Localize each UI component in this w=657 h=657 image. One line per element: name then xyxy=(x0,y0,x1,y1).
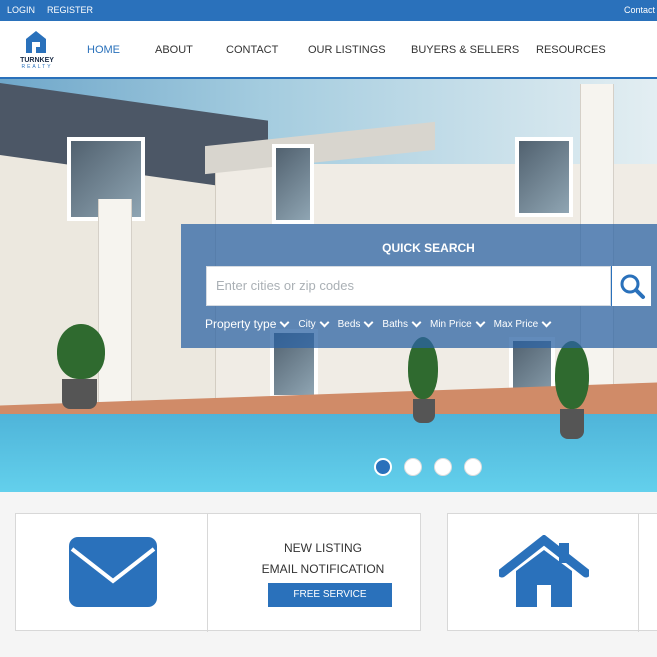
baths-label: Baths xyxy=(382,318,408,330)
quick-search-panel: QUICK SEARCH Enter cities or zip codes P… xyxy=(181,224,657,348)
card-divider xyxy=(207,514,208,632)
contact-link[interactable]: Contact xyxy=(624,5,655,15)
max-price-label: Max Price xyxy=(493,318,539,330)
login-link[interactable]: LOGIN xyxy=(7,5,35,15)
chevron-down-icon xyxy=(475,317,486,327)
nav-resources[interactable]: RESOURCES xyxy=(536,44,606,56)
chevron-down-icon xyxy=(541,317,552,327)
plant-pot xyxy=(560,409,584,439)
register-link[interactable]: REGISTER xyxy=(47,5,93,15)
card-divider xyxy=(638,514,639,632)
brand-tagline: REALTY xyxy=(21,64,53,70)
nav-contact[interactable]: CONTACT xyxy=(226,44,278,56)
plant-pot xyxy=(62,379,97,409)
slide-dot-4[interactable] xyxy=(464,458,482,476)
slide-dot-2[interactable] xyxy=(404,458,422,476)
slide-dot-3[interactable] xyxy=(434,458,452,476)
city-label: City xyxy=(298,318,316,330)
slide-dot-1[interactable] xyxy=(374,458,392,476)
nav-listings[interactable]: OUR LISTINGS xyxy=(308,44,386,56)
nav-home[interactable]: HOME xyxy=(87,44,120,56)
house-logo-icon xyxy=(26,31,46,53)
listing-card xyxy=(447,513,657,632)
auth-links: LOGIN REGISTER xyxy=(7,5,93,15)
main-navigation: TURNKEY REALTY HOME ABOUT CONTACT OUR LI… xyxy=(0,21,657,79)
brand-name: TURNKEY xyxy=(20,57,54,64)
upper-window-right xyxy=(515,137,573,217)
potted-plant xyxy=(57,324,105,379)
city-dropdown[interactable]: City xyxy=(298,317,330,330)
nav-buyers-sellers[interactable]: BUYERS & SELLERS xyxy=(411,44,519,56)
search-button[interactable] xyxy=(611,266,651,306)
quick-search-title: QUICK SEARCH xyxy=(382,241,475,255)
top-utility-bar: LOGIN REGISTER Contact xyxy=(0,0,657,21)
min-price-dropdown[interactable]: Min Price xyxy=(429,317,486,330)
baths-dropdown[interactable]: Baths xyxy=(382,317,422,330)
brand-logo[interactable]: TURNKEY REALTY xyxy=(16,29,58,73)
upper-window-middle xyxy=(272,144,314,224)
free-service-button[interactable]: FREE SERVICE xyxy=(268,583,392,607)
notification-text: NEW LISTING EMAIL NOTIFICATION FREE SERV… xyxy=(223,538,423,607)
chevron-down-icon xyxy=(319,317,330,327)
max-price-dropdown[interactable]: Max Price xyxy=(493,317,552,330)
home-icon xyxy=(499,535,589,607)
nav-about[interactable]: ABOUT xyxy=(155,44,193,56)
notification-line-two: EMAIL NOTIFICATION xyxy=(261,562,385,576)
chevron-down-icon xyxy=(363,317,374,327)
property-type-label: Property type xyxy=(205,317,277,331)
beds-dropdown[interactable]: Beds xyxy=(337,317,374,330)
min-price-label: Min Price xyxy=(429,318,472,330)
beds-label: Beds xyxy=(337,318,361,330)
chevron-down-icon xyxy=(411,317,422,327)
plant-pot xyxy=(413,399,435,423)
search-icon xyxy=(620,274,645,299)
swimming-pool xyxy=(0,414,657,492)
search-filters: Property type City Beds Baths Min Price … xyxy=(205,317,560,331)
notification-line-one: NEW LISTING xyxy=(283,541,362,555)
potted-plant xyxy=(555,341,589,409)
envelope-icon xyxy=(69,537,157,607)
slide-indicators xyxy=(374,458,482,476)
chevron-down-icon xyxy=(279,317,290,327)
property-type-dropdown[interactable]: Property type xyxy=(205,317,290,331)
email-notification-card: NEW LISTING EMAIL NOTIFICATION FREE SERV… xyxy=(15,513,423,632)
location-search-input[interactable]: Enter cities or zip codes xyxy=(206,266,611,306)
